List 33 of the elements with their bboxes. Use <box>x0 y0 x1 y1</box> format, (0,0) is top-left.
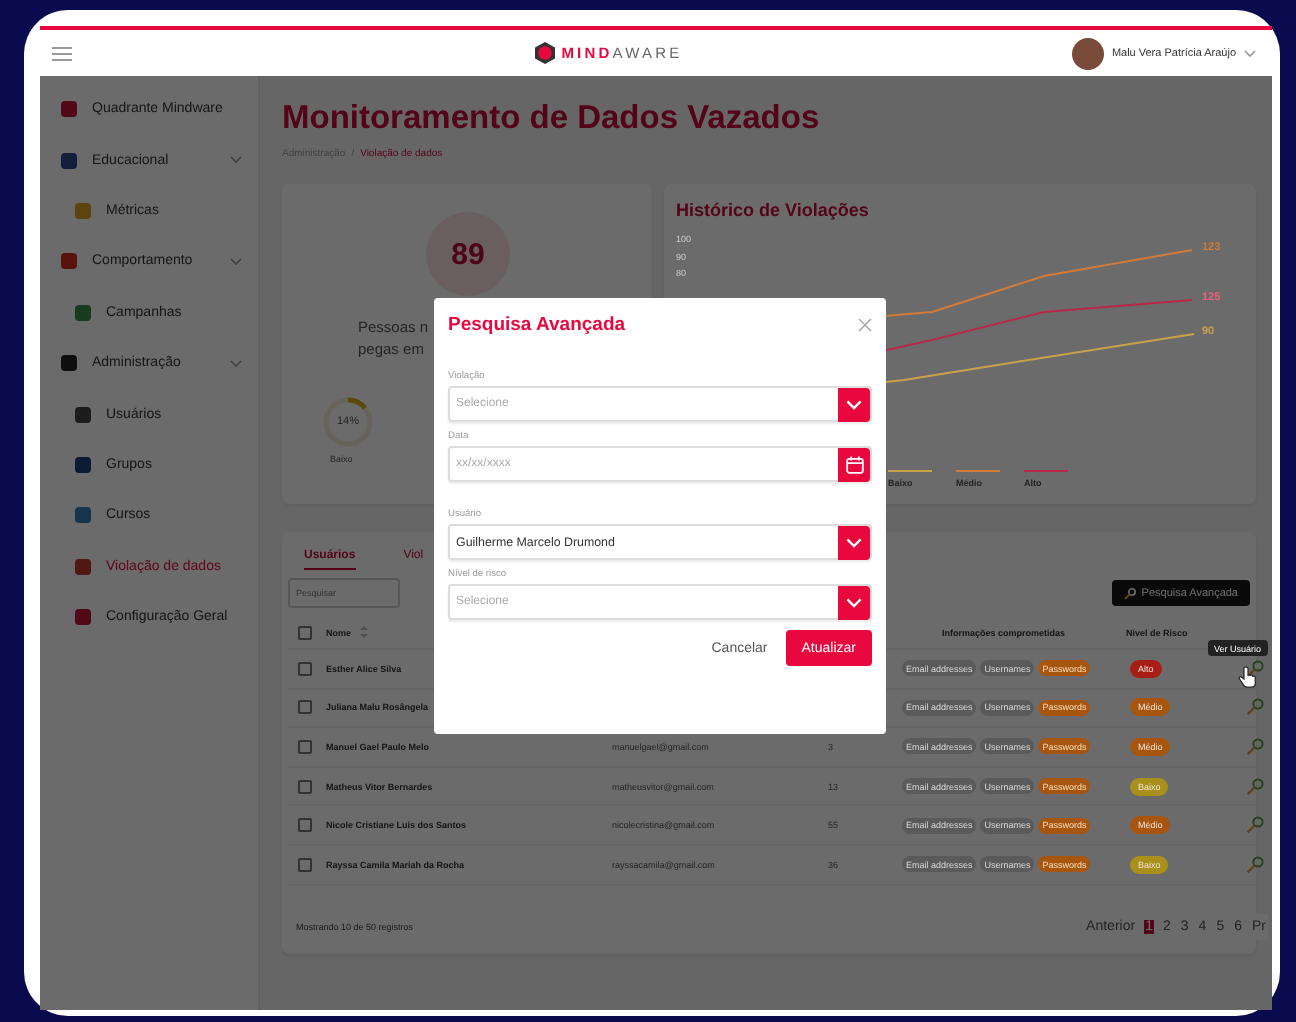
close-icon[interactable] <box>858 318 872 332</box>
checkbox[interactable] <box>298 857 312 872</box>
calendar-icon <box>845 455 863 473</box>
checkbox[interactable] <box>298 739 312 754</box>
menu-item-icon <box>74 303 92 322</box>
menu-item-icon <box>74 506 92 525</box>
checkbox[interactable] <box>298 818 312 833</box>
caret-icon <box>1244 49 1256 57</box>
page-title: Monitoramento de Dados Vazados <box>282 100 822 138</box>
menu-item-icon <box>74 557 92 576</box>
checkbox[interactable] <box>298 700 312 715</box>
checkbox[interactable] <box>298 779 312 794</box>
menu-item-icon <box>74 201 92 220</box>
checkbox[interactable] <box>298 661 312 676</box>
chevron-icon <box>846 537 862 547</box>
menu-item-icon <box>60 151 78 170</box>
brain-logo-icon <box>533 42 556 64</box>
chevron-icon <box>846 597 862 607</box>
menu-item-icon <box>74 455 92 474</box>
chart-title: Histórico de Violações <box>676 200 871 220</box>
count-badge: 89 <box>426 212 510 296</box>
checkbox[interactable] <box>298 625 312 639</box>
menu-icon[interactable] <box>52 45 72 61</box>
search-icon <box>1123 587 1136 599</box>
chevron-icon <box>846 399 862 409</box>
menu-item-icon <box>60 252 78 271</box>
menu-item-icon <box>74 608 92 627</box>
menu-item-icon <box>60 354 78 373</box>
dialog-title: Pesquisa Avançada <box>448 314 626 336</box>
menu-item-icon <box>74 405 92 424</box>
sort-icon <box>359 626 368 638</box>
menu-item-icon <box>60 100 78 119</box>
avatar[interactable] <box>1071 37 1104 69</box>
